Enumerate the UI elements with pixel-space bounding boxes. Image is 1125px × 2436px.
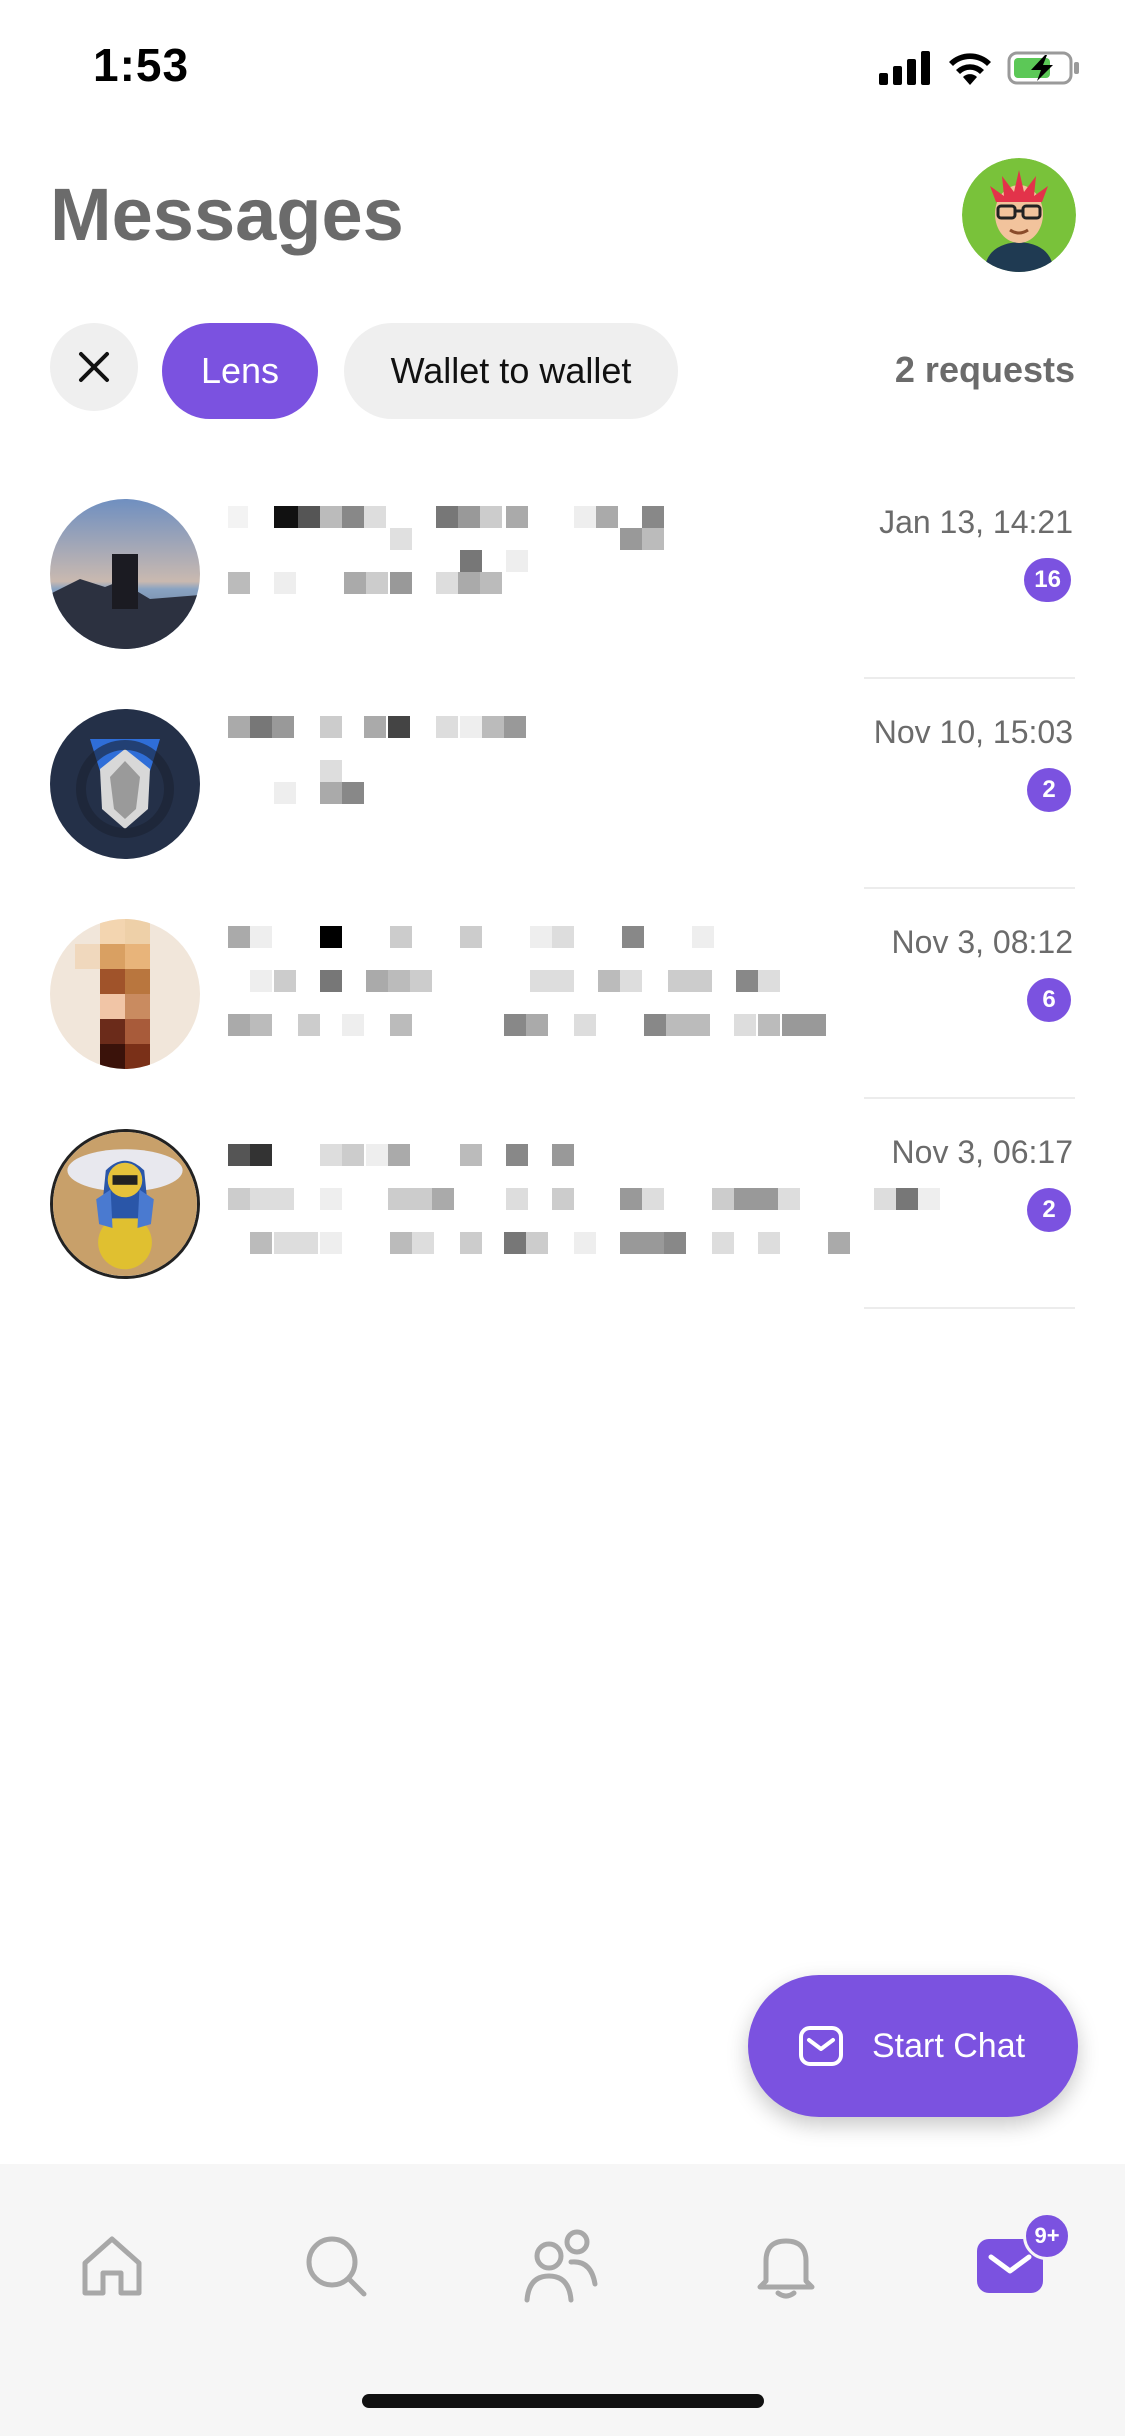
home-icon — [82, 2236, 142, 2296]
start-chat-button[interactable]: Start Chat — [748, 1975, 1078, 2117]
signal-icon — [879, 51, 930, 85]
clear-filter-button[interactable] — [50, 323, 138, 411]
filter-chip-lens[interactable]: Lens — [162, 323, 318, 419]
divider — [864, 887, 1075, 889]
battery-charging-icon — [1007, 51, 1079, 85]
conversation-row[interactable]: Nov 10, 15:03 2 — [0, 690, 1125, 900]
conversation-time: Jan 13, 14:21 — [879, 504, 1073, 540]
unread-badge: 16 — [1024, 558, 1071, 602]
unread-badge: 2 — [1027, 768, 1071, 812]
divider — [864, 1097, 1075, 1099]
avatar — [50, 1129, 200, 1279]
redacted-content — [228, 506, 698, 606]
tab-home[interactable] — [62, 2216, 162, 2316]
avatar — [50, 919, 200, 1069]
unread-badge: 6 — [1027, 978, 1071, 1022]
profile-avatar[interactable] — [962, 158, 1076, 272]
wifi-icon — [949, 53, 991, 85]
divider — [864, 1307, 1075, 1309]
search-icon — [306, 2236, 367, 2297]
start-chat-label: Start Chat — [872, 2026, 1026, 2065]
close-icon — [79, 352, 109, 382]
redacted-content — [228, 1144, 988, 1254]
conversation-time: Nov 10, 15:03 — [873, 714, 1073, 750]
conversation-row[interactable]: Nov 3, 08:12 6 — [0, 900, 1125, 1110]
filter-row: Lens Wallet to wallet 2 requests — [50, 323, 1075, 419]
redacted-content — [228, 926, 988, 1036]
messages-badge: 9+ — [1023, 2212, 1071, 2260]
tab-search[interactable] — [286, 2216, 386, 2316]
divider — [864, 677, 1075, 679]
people-icon — [524, 2229, 598, 2303]
envelope-icon — [799, 2026, 843, 2066]
filter-chip-wallet-to-wallet[interactable]: Wallet to wallet — [344, 323, 678, 419]
status-icons — [879, 50, 1081, 86]
conversation-row[interactable]: Jan 13, 14:21 16 — [0, 480, 1125, 690]
avatar — [50, 499, 200, 649]
status-bar: 1:53 — [0, 0, 1125, 140]
conversation-time: Nov 3, 08:12 — [891, 924, 1073, 960]
bell-icon — [757, 2238, 815, 2299]
avatar — [50, 709, 200, 859]
home-indicator — [362, 2394, 764, 2408]
requests-link[interactable]: 2 requests — [895, 349, 1075, 391]
tab-notifications[interactable] — [736, 2216, 836, 2316]
unread-badge: 2 — [1027, 1188, 1071, 1232]
redacted-content — [228, 716, 698, 804]
page-title: Messages — [50, 173, 404, 256]
tab-people[interactable] — [511, 2216, 611, 2316]
status-time: 1:53 — [93, 39, 190, 91]
conversation-time: Nov 3, 06:17 — [891, 1134, 1073, 1170]
conversation-row[interactable]: Nov 3, 06:17 2 — [0, 1110, 1125, 1320]
profile-avatar-image — [962, 158, 1076, 272]
